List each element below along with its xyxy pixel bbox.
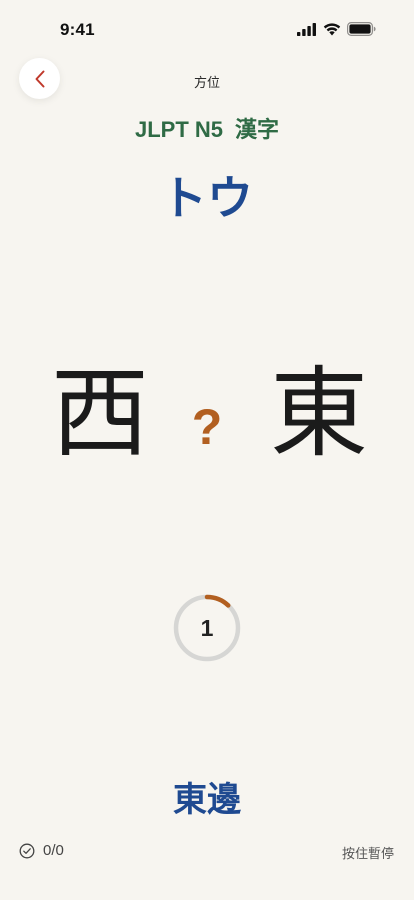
wifi-icon: [323, 22, 341, 35]
question-mark: ?: [191, 399, 223, 455]
countdown-timer: 1: [172, 593, 242, 663]
status-icons: [297, 22, 376, 36]
right-kanji: 東: [270, 357, 369, 471]
battery-icon: [347, 22, 376, 36]
answer-word: 東邊: [173, 780, 241, 820]
check-circle-icon: [19, 843, 35, 858]
left-kanji: 西: [51, 357, 150, 471]
topic-title: 方位: [193, 76, 220, 91]
score-text: 0/0: [43, 842, 64, 859]
timer-number: 1: [200, 615, 214, 641]
status-bar: 9:41: [0, 0, 414, 58]
level-label: JLPT N5: [134, 117, 223, 142]
level-row: JLPT N5 漢字: [0, 112, 414, 144]
status-time: 9:41: [60, 20, 95, 39]
signal-icon: [297, 22, 316, 36]
pause-hint[interactable]: 按住暫停: [342, 843, 394, 862]
score-indicator: 0/0: [19, 842, 64, 859]
category-label: 漢字: [235, 117, 280, 142]
kanji-reading: トウ: [161, 171, 253, 225]
